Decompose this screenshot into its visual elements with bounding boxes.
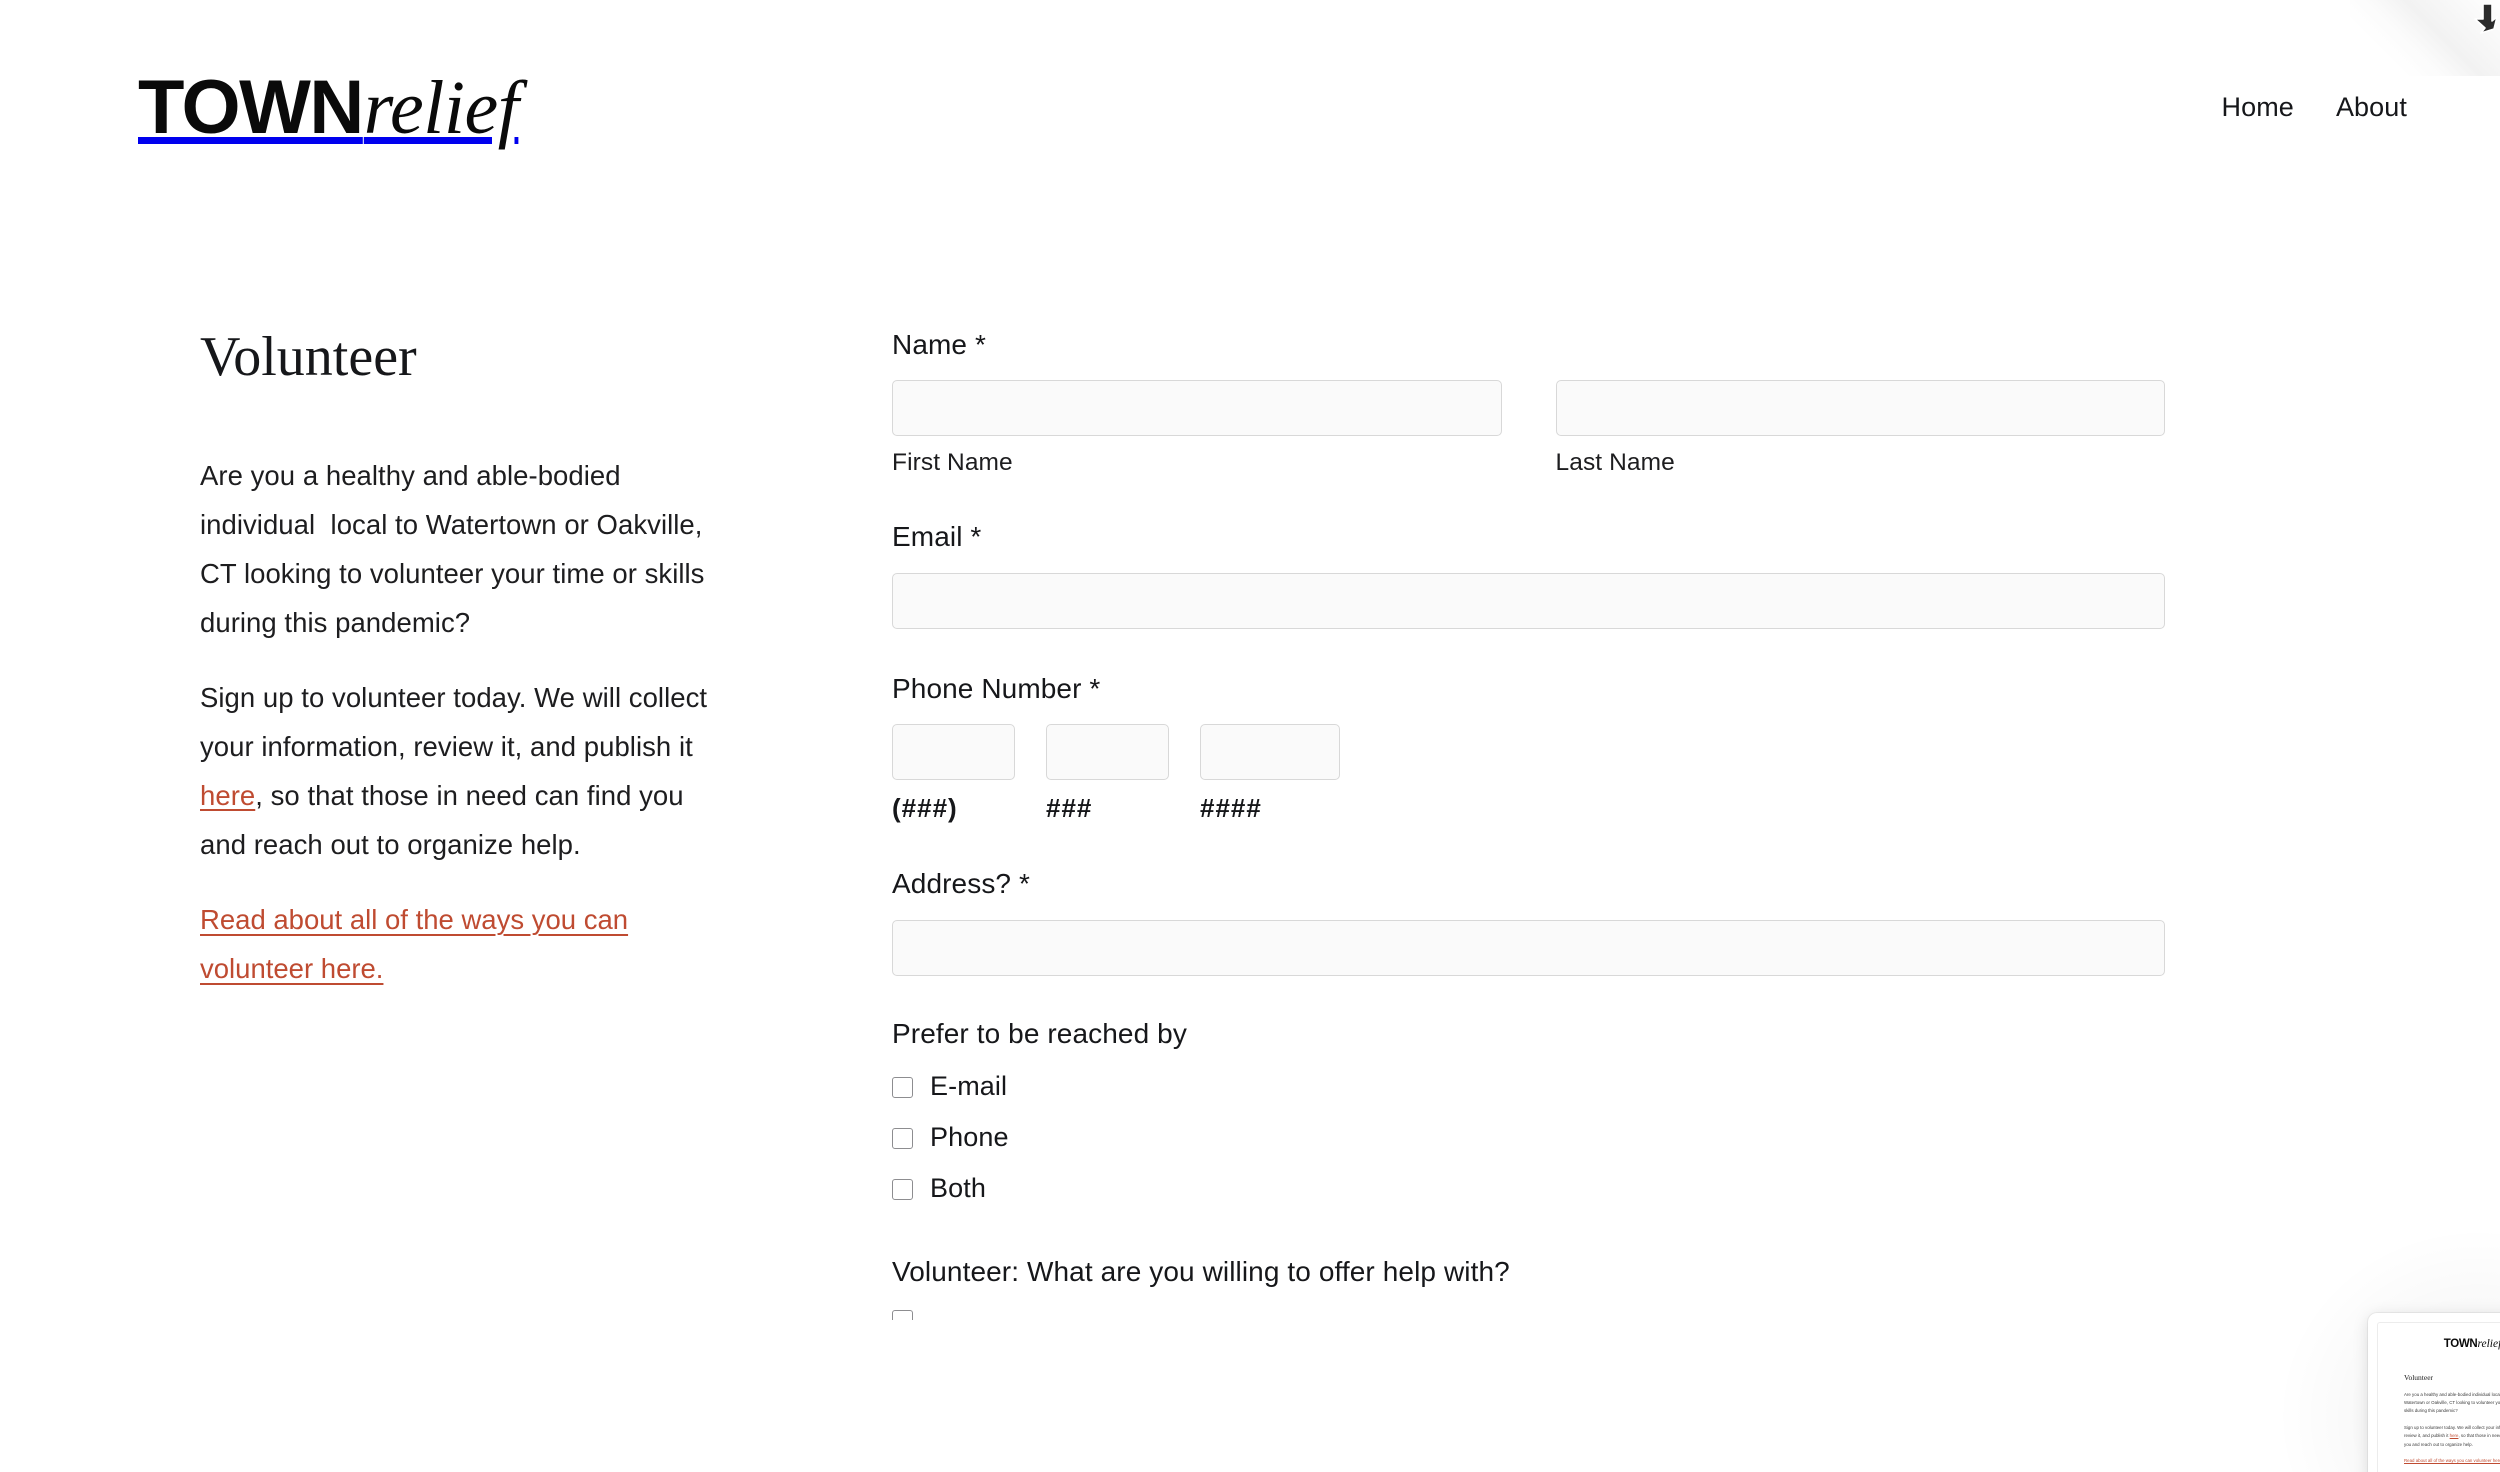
checkbox-volunteer-offer-first-icon[interactable] bbox=[892, 1309, 913, 1320]
phone-label: Phone Number * bbox=[892, 672, 1101, 704]
here-link[interactable]: here bbox=[200, 780, 255, 811]
phone-area-input[interactable] bbox=[892, 724, 1015, 781]
phone-prefix-hint: ### bbox=[1046, 793, 1093, 824]
checkbox-row-both[interactable]: Both bbox=[892, 1173, 2165, 1204]
checkbox-phone-label: Phone bbox=[930, 1121, 1009, 1152]
checkbox-email-icon[interactable] bbox=[892, 1076, 913, 1098]
field-email: Email * bbox=[892, 519, 2165, 629]
first-name-input[interactable] bbox=[892, 380, 1502, 437]
phone-prefix-input[interactable] bbox=[1046, 724, 1169, 781]
main-navigation: Home About bbox=[2222, 92, 2408, 123]
phone-area-cell: (###) bbox=[892, 724, 1015, 824]
logo-relief-text: relief bbox=[363, 65, 519, 150]
field-preferred-contact: Prefer to be reached by E-mail Phone Bot… bbox=[892, 1018, 2165, 1204]
preview-logo-relief-text: relief bbox=[2477, 1338, 2500, 1350]
intro-paragraph-2: Sign up to volunteer today. We will coll… bbox=[200, 673, 720, 869]
preview-paragraph-2: Sign up to volunteer today. We will coll… bbox=[2404, 1424, 2500, 1449]
cta-wrapper: Read about all of the ways you can volun… bbox=[200, 895, 720, 993]
checkbox-both-label: Both bbox=[930, 1172, 986, 1203]
preview-title: Volunteer bbox=[2404, 1372, 2434, 1382]
address-input[interactable] bbox=[892, 919, 2165, 976]
first-name-sublabel: First Name bbox=[892, 449, 1013, 477]
name-row: First Name Last Name bbox=[892, 380, 2165, 477]
phone-line-input[interactable] bbox=[1200, 724, 1340, 781]
field-name: Name * First Name Last Name bbox=[892, 327, 2165, 477]
checkbox-row-phone[interactable]: Phone bbox=[892, 1122, 2165, 1153]
intro-paragraph-1: Are you a healthy and able-bodied indivi… bbox=[200, 459, 713, 638]
address-label: Address? * bbox=[892, 868, 1030, 900]
site-header: TOWN relief Home About bbox=[0, 0, 2500, 215]
first-name-cell: First Name bbox=[892, 380, 1502, 477]
last-name-input[interactable] bbox=[1555, 380, 2165, 437]
phone-row: (###) ### #### bbox=[892, 724, 2165, 824]
page-content: Volunteer Are you a healthy and able-bod… bbox=[0, 215, 2500, 1320]
last-name-cell: Last Name bbox=[1555, 380, 2165, 477]
volunteer-form: Name * First Name Last Name Email * Phon… bbox=[760, 327, 2165, 1320]
email-label: Email * bbox=[892, 521, 982, 553]
phone-line-cell: #### bbox=[1200, 724, 1340, 824]
intro-paragraph-2-part-a: Sign up to volunteer today. We will coll… bbox=[200, 681, 715, 762]
nav-item-about[interactable]: About bbox=[2336, 92, 2407, 123]
preview-logo: TOWN relief bbox=[2404, 1338, 2500, 1351]
logo-town-text: TOWN bbox=[138, 64, 364, 150]
preferred-contact-label: Prefer to be reached by bbox=[892, 1017, 1187, 1049]
page-title: Volunteer bbox=[200, 326, 417, 388]
phone-line-hint: #### bbox=[1200, 793, 1262, 824]
intro-column: Volunteer Are you a healthy and able-bod… bbox=[0, 326, 760, 1320]
volunteer-offer-label: Volunteer: What are you willing to offer… bbox=[892, 1255, 1510, 1287]
field-volunteer-offer: Volunteer: What are you willing to offer… bbox=[892, 1256, 2165, 1320]
field-address: Address? * bbox=[892, 866, 2165, 976]
page-preview-thumbnail[interactable]: TOWN relief Volunteer Are you a healthy a… bbox=[2368, 1313, 2500, 1472]
preview-page-content: TOWN relief Volunteer Are you a healthy a… bbox=[2377, 1322, 2500, 1472]
checkbox-phone-icon[interactable] bbox=[892, 1127, 913, 1149]
preview-logo-town-text: TOWN bbox=[2443, 1338, 2478, 1350]
field-phone: Phone Number * (###) ### #### bbox=[892, 671, 2165, 824]
preferred-contact-options: E-mail Phone Both bbox=[892, 1071, 2165, 1204]
checkbox-row-email[interactable]: E-mail bbox=[892, 1071, 2165, 1102]
last-name-sublabel: Last Name bbox=[1555, 449, 1675, 477]
preview-cta-link: Read about all of the ways you can volun… bbox=[2404, 1457, 2500, 1463]
intro-paragraph-2-part-b: , so that those in need can find you and… bbox=[200, 779, 692, 860]
read-about-volunteer-link[interactable]: Read about all of the ways you can volun… bbox=[200, 904, 628, 984]
checkbox-both-icon[interactable] bbox=[892, 1178, 913, 1200]
site-logo[interactable]: TOWN relief bbox=[138, 64, 519, 150]
phone-area-hint: (###) bbox=[892, 793, 958, 824]
nav-item-home[interactable]: Home bbox=[2222, 92, 2294, 123]
checkbox-email-label: E-mail bbox=[930, 1070, 1008, 1101]
phone-prefix-cell: ### bbox=[1046, 724, 1169, 824]
email-input[interactable] bbox=[892, 572, 2165, 629]
name-label: Name * bbox=[892, 329, 986, 360]
preview-paragraph-1: Are you a healthy and able-bodied indivi… bbox=[2404, 1391, 2500, 1414]
